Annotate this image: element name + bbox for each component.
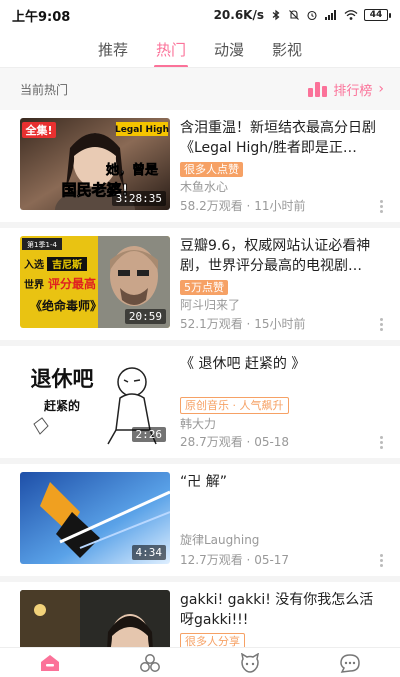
video-title[interactable]: “卍 解” — [180, 472, 384, 512]
meta-separator: · — [242, 199, 255, 213]
meta-separator: · — [242, 553, 255, 567]
video-duration: 4:34 — [131, 545, 166, 560]
bottom-nav — [0, 647, 400, 677]
meta-separator: · — [242, 317, 255, 331]
tab-hot[interactable]: 热门 — [156, 39, 186, 68]
status-icons: 20.6K/s 44 — [213, 8, 391, 22]
thumb-text: 评分最高 — [48, 276, 96, 291]
thumb-text: 赶紧的 — [43, 398, 80, 413]
video-views: 58.2万观看 — [180, 199, 243, 213]
nav-channels[interactable] — [130, 649, 170, 677]
tab-movies[interactable]: 影视 — [272, 39, 302, 68]
thumb-text: Legal High — [115, 125, 169, 135]
more-options-icon[interactable] — [374, 552, 388, 568]
video-time: 05-18 — [254, 435, 290, 449]
nav-messages[interactable] — [330, 649, 370, 677]
badge-spacer — [180, 512, 384, 530]
thumb-text: 全集! — [24, 123, 52, 137]
video-feed[interactable]: 全集! Legal High 她，曾是 国民老婆! 3:28:35 含泪重温！新… — [0, 110, 400, 647]
channels-icon — [140, 653, 160, 672]
video-author[interactable]: 韩大力 — [180, 415, 384, 432]
more-options-icon[interactable] — [374, 434, 388, 450]
more-options-icon[interactable] — [374, 316, 388, 332]
wifi-icon — [344, 10, 358, 20]
video-card[interactable]: 4:34 “卍 解” 旋律Laughing 12.7万观看 · 05-17 — [0, 464, 400, 582]
video-views: 28.7万观看 — [180, 435, 243, 449]
video-title[interactable]: gakki! gakki! 没有你我怎么活呀gakki!!! — [180, 590, 384, 630]
home-icon — [41, 654, 59, 671]
video-thumbnail[interactable]: 第1季1-4 入选 吉尼斯 世界 评分最高 《绝命毒师》 20:59 — [20, 236, 170, 328]
meta-separator: · — [242, 435, 255, 449]
gakki-thumbnail-image — [20, 590, 170, 647]
video-duration: 20:59 — [124, 309, 166, 324]
video-author[interactable]: 木鱼水心 — [180, 178, 384, 195]
mute-icon — [289, 10, 299, 20]
tab-anime[interactable]: 动漫 — [214, 39, 244, 68]
video-info: 《 退休吧 赶紧的 》 原创音乐 · 人气飙升 韩大力 28.7万观看 · 05… — [180, 354, 384, 450]
video-views: 52.1万观看 — [180, 317, 243, 331]
top-tabs: 推荐 热门 动漫 影视 — [0, 30, 400, 68]
thumb-text: 《绝命毒师》 — [30, 298, 102, 313]
video-card[interactable]: gakki! gakki! 没有你我怎么活呀gakki!!! 很多人分享 — [0, 582, 400, 647]
tab-recommend[interactable]: 推荐 — [98, 39, 128, 68]
video-meta: 28.7万观看 · 05-18 — [180, 433, 289, 450]
thumb-text: 退休吧 — [31, 367, 94, 391]
video-badge: 5万点赞 — [180, 280, 228, 295]
hd-signal-icon — [325, 10, 336, 20]
thumb-text: 入选 — [24, 258, 44, 271]
video-thumbnail[interactable]: 全集! Legal High 她，曾是 国民老婆! 3:28:35 — [20, 118, 170, 210]
video-info: gakki! gakki! 没有你我怎么活呀gakki!!! 很多人分享 — [180, 590, 384, 647]
video-time: 11小时前 — [254, 199, 306, 213]
video-thumbnail[interactable]: 4:34 — [20, 472, 170, 564]
alarm-icon — [307, 10, 317, 21]
bluetooth-icon — [272, 9, 280, 21]
chevron-right-icon: › — [378, 81, 384, 97]
thumb-text: 世界 — [24, 278, 44, 291]
section-title: 当前热门 — [20, 82, 69, 97]
section-header: 当前热门 排行榜 › — [0, 68, 400, 110]
thumb-text: 她，曾是 — [106, 162, 159, 178]
status-bar: 上午9:08 20.6K/s 44 — [0, 0, 400, 30]
nav-dynamic[interactable] — [230, 649, 270, 677]
video-badge: 很多人分享 — [180, 633, 245, 647]
video-card[interactable]: 第1季1-4 入选 吉尼斯 世界 评分最高 《绝命毒师》 20:59 豆瓣9.6… — [0, 228, 400, 346]
video-meta: 52.1万观看 · 15小时前 — [180, 315, 305, 332]
video-info: 含泪重温！新垣结衣最高分日剧《Legal High/胜者即是正义》... 很多人… — [180, 118, 384, 214]
video-title[interactable]: 豆瓣9.6，权威网站认证必看神剧，世界评分最高的电视剧《绝... — [180, 236, 384, 276]
video-author[interactable]: 阿斗归来了 — [180, 296, 384, 313]
video-info: 豆瓣9.6，权威网站认证必看神剧，世界评分最高的电视剧《绝... 5万点赞 阿斗… — [180, 236, 384, 332]
video-duration: 2:26 — [131, 427, 166, 442]
dynamic-icon — [241, 652, 259, 673]
video-badge: 原创音乐 · 人气飙升 — [180, 397, 289, 414]
video-info: “卍 解” 旋律Laughing 12.7万观看 · 05-17 — [180, 472, 384, 568]
ranking-link[interactable]: 排行榜 › — [308, 80, 384, 99]
video-badge: 很多人点赞 — [180, 162, 243, 177]
more-options-icon[interactable] — [374, 198, 388, 214]
messages-icon — [340, 653, 360, 673]
video-title[interactable]: 《 退休吧 赶紧的 》 — [180, 354, 384, 394]
video-time: 15小时前 — [254, 317, 306, 331]
video-card[interactable]: 全集! Legal High 她，曾是 国民老婆! 3:28:35 含泪重温！新… — [0, 110, 400, 228]
video-meta: 12.7万观看 · 05-17 — [180, 551, 289, 568]
video-duration: 3:28:35 — [111, 191, 166, 206]
video-card[interactable]: 退休吧 赶紧的 2:26 《 退休吧 赶紧的 》 原创音乐 · 人气飙升 韩大力… — [0, 346, 400, 464]
battery-icon: 44 — [364, 9, 391, 21]
nav-home[interactable] — [30, 649, 70, 677]
network-speed: 20.6K/s — [213, 8, 264, 22]
thumb-text: 吉尼斯 — [52, 258, 82, 271]
ranking-bars-icon — [308, 81, 328, 97]
video-time: 05-17 — [254, 553, 290, 567]
video-title[interactable]: 含泪重温！新垣结衣最高分日剧《Legal High/胜者即是正义》... — [180, 118, 384, 158]
thumb-text: 第1季1-4 — [27, 240, 57, 249]
video-author[interactable]: 旋律Laughing — [180, 531, 384, 548]
video-views: 12.7万观看 — [180, 553, 243, 567]
video-thumbnail[interactable]: 退休吧 赶紧的 2:26 — [20, 354, 170, 446]
video-meta: 58.2万观看 · 11小时前 — [180, 197, 305, 214]
status-time: 上午9:08 — [12, 9, 71, 25]
ranking-label: 排行榜 — [333, 83, 373, 99]
video-thumbnail[interactable] — [20, 590, 170, 647]
